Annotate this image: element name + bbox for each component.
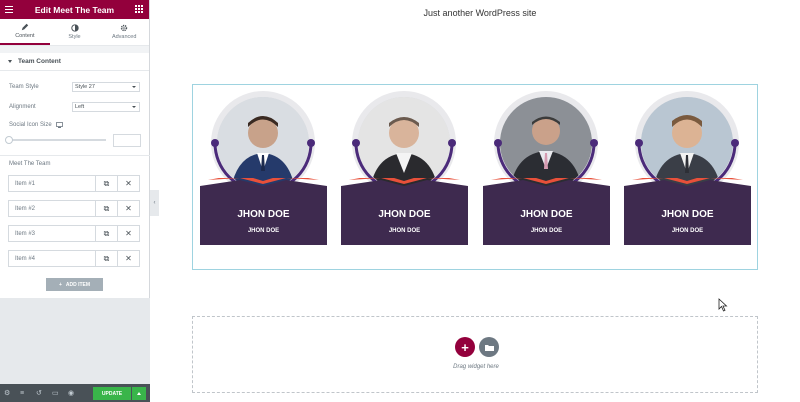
- repeater-item-label: Item #3: [15, 230, 36, 237]
- half-circle-icon: [70, 24, 79, 32]
- duplicate-icon[interactable]: ⧉: [95, 176, 117, 191]
- drop-zone[interactable]: + Drag widget here: [192, 316, 758, 393]
- member-role: JHON DOE: [247, 228, 280, 234]
- layers-icon[interactable]: ≡: [20, 390, 27, 397]
- team-style-value: Style 27: [75, 84, 95, 90]
- tab-style-label: Style: [68, 34, 81, 40]
- icon-size-slider-track[interactable]: [9, 139, 106, 141]
- repeater-item-label: Item #2: [15, 205, 36, 212]
- add-section-button[interactable]: +: [455, 337, 475, 357]
- alignment-select[interactable]: Left: [72, 102, 140, 112]
- chevron-down-icon: [132, 106, 136, 108]
- panel-header: Edit Meet The Team: [0, 0, 149, 19]
- update-options-button[interactable]: [132, 387, 146, 400]
- team-member-card[interactable]: JHON DOE JHON DOE: [341, 91, 468, 245]
- duplicate-icon[interactable]: ⧉: [95, 201, 117, 216]
- social-icon-size-label: Social Icon Size: [9, 122, 52, 128]
- menu-icon[interactable]: [5, 6, 13, 15]
- tab-content-label: Content: [15, 33, 35, 39]
- close-icon[interactable]: ✕: [117, 201, 139, 216]
- preview-eye-icon[interactable]: ◉: [68, 390, 75, 397]
- close-icon[interactable]: ✕: [117, 226, 139, 241]
- panel-title: Edit Meet The Team: [34, 4, 115, 15]
- repeater-item[interactable]: Item #2 ⧉ ✕: [8, 200, 140, 217]
- tab-advanced-label: Advanced: [111, 34, 137, 40]
- collapse-panel-handle[interactable]: ‹: [150, 190, 159, 216]
- close-icon[interactable]: ✕: [117, 251, 139, 266]
- team-member-card[interactable]: JHON DOE JHON DOE: [483, 91, 610, 245]
- editor-panel: Edit Meet The Team Content Style Advance…: [0, 0, 150, 402]
- member-name: JHON DOE: [378, 209, 431, 220]
- member-role: JHON DOE: [671, 228, 704, 234]
- history-icon[interactable]: ↺: [36, 390, 43, 397]
- member-name: JHON DOE: [661, 209, 714, 220]
- duplicate-icon[interactable]: ⧉: [95, 251, 117, 266]
- panel-empty-area: [0, 298, 150, 384]
- plus-icon: +: [58, 281, 62, 288]
- desktop-icon[interactable]: [56, 122, 63, 128]
- responsive-icon[interactable]: ▭: [52, 390, 59, 397]
- drop-zone-text: Drag widget here: [453, 364, 499, 370]
- repeater-item-label: Item #1: [15, 180, 36, 187]
- member-role: JHON DOE: [530, 228, 563, 234]
- alignment-label: Alignment: [9, 104, 36, 110]
- team-style-label: Team Style: [9, 84, 39, 90]
- icon-size-input[interactable]: [113, 134, 141, 147]
- repeater-item-label: Item #4: [15, 255, 36, 262]
- folder-icon: [484, 344, 494, 351]
- tab-content[interactable]: Content: [0, 19, 50, 45]
- duplicate-icon[interactable]: ⧉: [95, 226, 117, 241]
- chevron-down-icon: [132, 86, 136, 88]
- member-name: JHON DOE: [520, 209, 573, 220]
- mouse-cursor-icon: [718, 298, 728, 312]
- pencil-icon: [21, 23, 29, 31]
- repeater-item[interactable]: Item #3 ⧉ ✕: [8, 225, 140, 242]
- repeater-item[interactable]: Item #1 ⧉ ✕: [8, 175, 140, 192]
- team-style-select[interactable]: Style 27: [72, 82, 140, 92]
- close-icon[interactable]: ✕: [117, 176, 139, 191]
- widgets-grid-icon[interactable]: [135, 5, 143, 13]
- section-team-content[interactable]: Team Content: [0, 53, 149, 71]
- repeater-label: Meet The Team: [9, 161, 51, 167]
- team-member-card[interactable]: JHON DOE JHON DOE: [200, 91, 327, 245]
- divider: [0, 155, 150, 156]
- gear-icon: [120, 24, 128, 32]
- update-button[interactable]: UPDATE: [93, 387, 131, 400]
- add-item-button[interactable]: + ADD ITEM: [46, 278, 103, 291]
- icon-size-slider-handle[interactable]: [5, 136, 13, 144]
- team-member-card[interactable]: JHON DOE JHON DOE: [624, 91, 751, 245]
- add-template-button[interactable]: [479, 337, 499, 357]
- settings-icon[interactable]: ⚙: [4, 390, 11, 397]
- site-tagline: Just another WordPress site: [423, 8, 537, 18]
- member-name: JHON DOE: [237, 209, 290, 220]
- panel-spacer: [0, 46, 149, 53]
- tab-advanced[interactable]: Advanced: [99, 19, 149, 45]
- section-title: Team Content: [18, 58, 61, 65]
- add-item-label: ADD ITEM: [65, 281, 91, 288]
- caret-down-icon: [8, 60, 12, 63]
- panel-tabs: Content Style Advanced: [0, 19, 149, 46]
- tab-style[interactable]: Style: [50, 19, 100, 45]
- repeater-item[interactable]: Item #4 ⧉ ✕: [8, 250, 140, 267]
- team-widget[interactable]: JHON DOE JHON DOE JHON DOE JHON DOE JHON…: [192, 84, 758, 270]
- alignment-value: Left: [75, 104, 85, 110]
- caret-up-icon: [137, 392, 141, 395]
- member-role: JHON DOE: [388, 228, 421, 234]
